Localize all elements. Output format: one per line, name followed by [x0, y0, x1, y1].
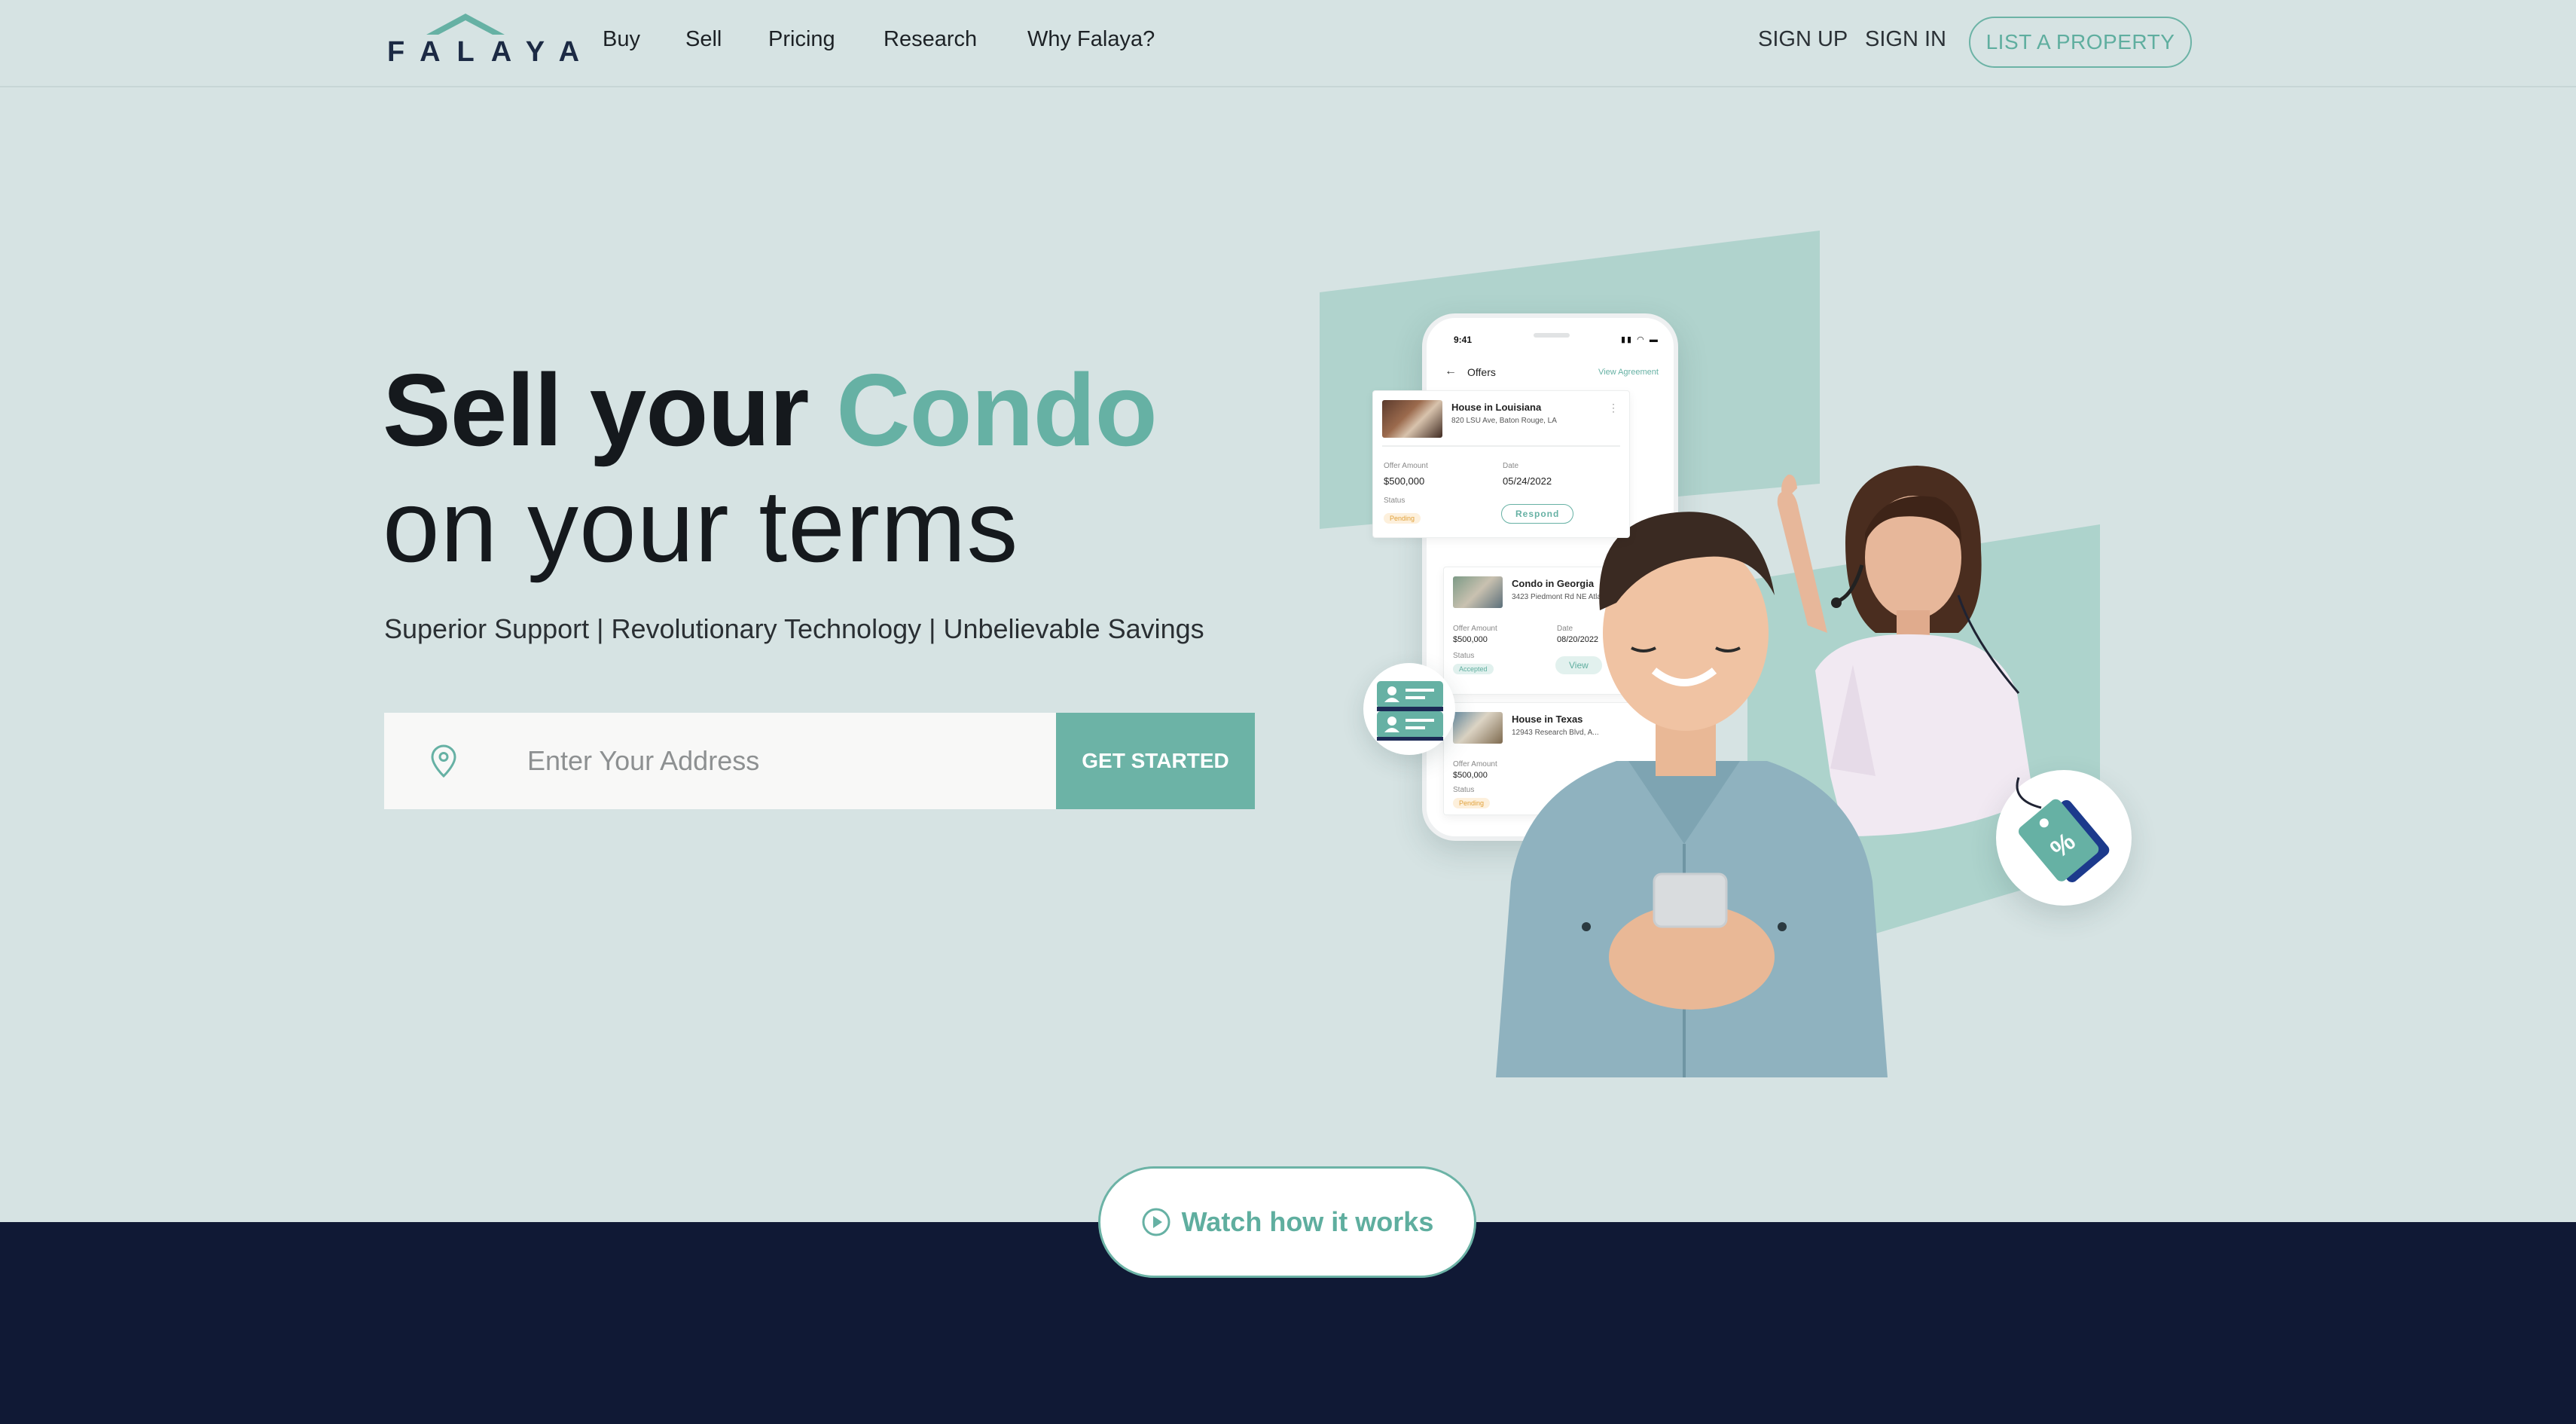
offer-amount-label: Offer Amount — [1384, 462, 1428, 470]
logo-roof-icon — [426, 14, 505, 35]
man-using-phone — [1496, 512, 1888, 1077]
nav-link-buy[interactable]: Buy — [603, 27, 640, 52]
offer-date: 05/24/2022 — [1503, 475, 1552, 487]
watch-how-it-works-button[interactable]: Watch how it works — [1098, 1166, 1476, 1278]
offer-status-label: Status — [1384, 497, 1406, 505]
hero-subtitle: Superior Support | Revolutionary Technol… — [384, 613, 1204, 644]
offer-card-featured[interactable]: House in Louisiana 820 LSU Ave, Baton Ro… — [1372, 390, 1630, 538]
hero-title-accent: Condo — [836, 353, 1158, 467]
discount-tag-badge: % — [1996, 770, 2132, 906]
play-circle-icon — [1142, 1208, 1170, 1236]
offer-title: House in Louisiana — [1451, 402, 1542, 413]
logo-text: FALAYA — [387, 36, 597, 68]
sign-in-link[interactable]: SIGN IN — [1865, 27, 1946, 52]
watch-label: Watch how it works — [1181, 1206, 1434, 1237]
map-pin-icon — [431, 744, 456, 778]
discount-tag-icon: % — [2016, 777, 2110, 882]
offer-address: 820 LSU Ave, Baton Rouge, LA — [1451, 417, 1557, 425]
more-options-icon[interactable]: ⋮ — [1608, 402, 1619, 414]
phone-screen-title: Offers — [1467, 366, 1496, 378]
nav-link-why-falaya[interactable]: Why Falaya? — [1027, 27, 1155, 52]
respond-button[interactable]: Respond — [1501, 504, 1574, 524]
address-input[interactable] — [527, 735, 1039, 787]
top-navbar: FALAYA Buy Sell Pricing Research Why Fal… — [0, 0, 2576, 87]
nav-link-pricing[interactable]: Pricing — [768, 27, 835, 52]
property-thumbnail — [1382, 400, 1442, 438]
hero-title-line2: on your terms — [383, 469, 1019, 583]
phone-status-icons: ▮▮ ◠ ▬ — [1621, 335, 1659, 344]
phone-time: 9:41 — [1454, 335, 1473, 345]
offer-amount: $500,000 — [1384, 475, 1425, 487]
arrow-left-icon[interactable]: ← — [1445, 365, 1457, 378]
id-card-badge — [1363, 663, 1455, 755]
status-badge: Pending — [1384, 513, 1421, 524]
nav-link-sell[interactable]: Sell — [685, 27, 722, 52]
hero-title-part1: Sell your — [383, 353, 809, 467]
get-started-button[interactable]: GET STARTED — [1056, 713, 1255, 809]
nav-link-research[interactable]: Research — [884, 27, 977, 52]
hero-title-line1: Sell your Condo — [383, 351, 1158, 469]
list-property-button[interactable]: LIST A PROPERTY — [1969, 17, 2192, 68]
offer-date-label: Date — [1503, 462, 1519, 470]
sign-up-link[interactable]: SIGN UP — [1758, 27, 1848, 52]
card-divider — [1382, 445, 1620, 447]
hero-illustration: 9:41 ▮▮ ◠ ▬ ← Offers View Agreement Cond… — [1311, 218, 2154, 1077]
id-card-icon — [1377, 681, 1443, 741]
phone-notch — [1534, 333, 1570, 338]
address-search-box — [384, 713, 1056, 809]
falaya-logo[interactable]: FALAYA — [387, 14, 597, 68]
view-agreement-link[interactable]: View Agreement — [1598, 368, 1659, 377]
